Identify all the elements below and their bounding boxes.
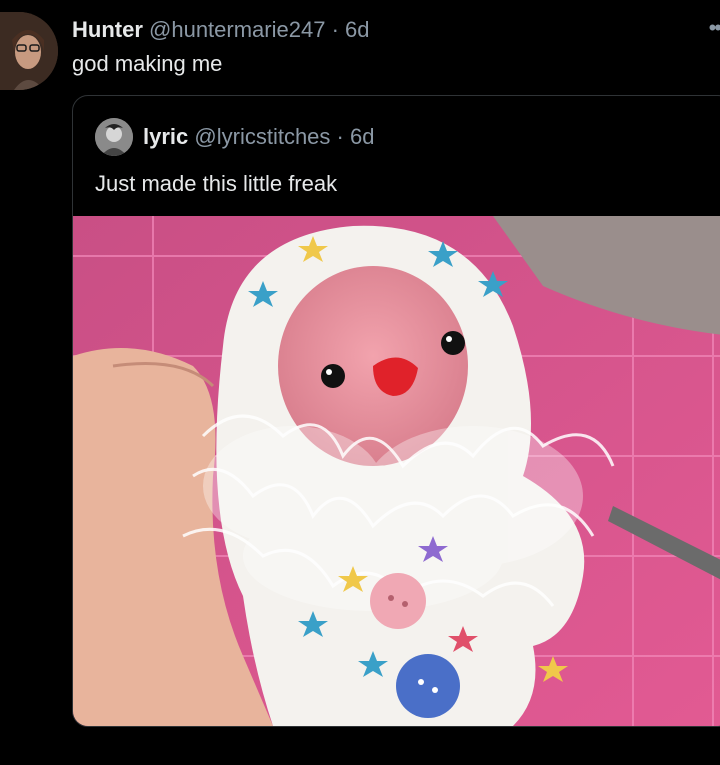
quoted-timestamp[interactable]: 6d	[350, 123, 374, 151]
tweet-timestamp[interactable]: 6d	[345, 17, 369, 42]
quoted-tweet-photo[interactable]	[73, 216, 720, 726]
author-handle[interactable]: @huntermarie247	[149, 17, 325, 42]
quoted-meta-separator: ·	[336, 124, 344, 149]
photo-icon	[73, 216, 720, 726]
avatar-image	[0, 12, 58, 90]
tweet-text: god making me	[72, 51, 223, 76]
tweet: Hunter @huntermarie247 · 6d •• god makin…	[0, 0, 720, 765]
quoted-author-name[interactable]: lyric	[143, 123, 188, 151]
quoted-author-handle[interactable]: @lyricstitches	[194, 123, 330, 151]
author-name[interactable]: Hunter	[72, 17, 143, 42]
meta-separator: ·	[331, 17, 339, 42]
quoted-tweet[interactable]: lyric @lyricstitches · 6d Just made this…	[72, 95, 720, 727]
more-icon[interactable]: ••	[709, 17, 720, 39]
author-avatar[interactable]	[0, 12, 58, 90]
quoted-avatar-image	[95, 118, 133, 156]
quoted-author-avatar[interactable]	[95, 118, 133, 156]
tweet-header: Hunter @huntermarie247 · 6d	[72, 16, 370, 44]
quoted-tweet-text: Just made this little freak	[95, 171, 338, 196]
quoted-tweet-header: lyric @lyricstitches · 6d	[95, 118, 374, 156]
